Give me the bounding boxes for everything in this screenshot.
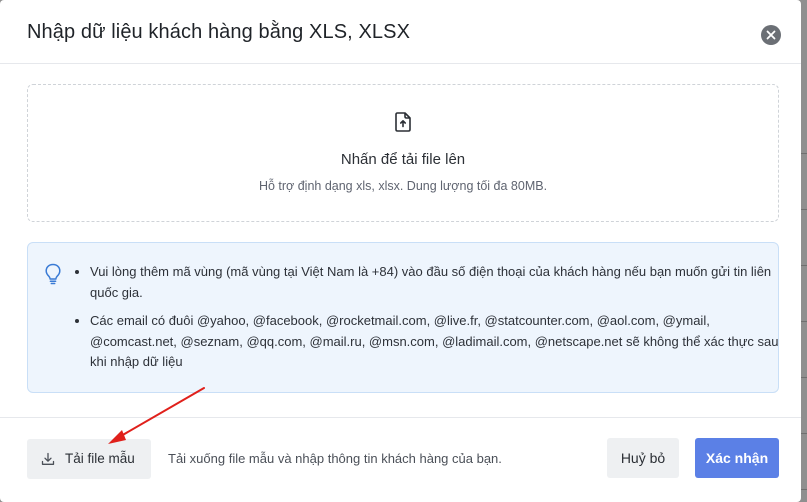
notice-item: Vui lòng thêm mã vùng (mã vùng tại Việt … — [90, 262, 780, 303]
background-divider — [801, 265, 807, 266]
download-template-button[interactable]: Tải file mẫu — [27, 439, 151, 479]
import-customers-modal: Nhập dữ liệu khách hàng bằng XLS, XLSX N… — [0, 0, 801, 502]
modal-title: Nhập dữ liệu khách hàng bằng XLS, XLSX — [27, 21, 411, 43]
background-divider — [801, 489, 807, 490]
import-notice-box: Vui lòng thêm mã vùng (mã vùng tại Việt … — [27, 242, 779, 393]
download-template-label: Tải file mẫu — [65, 451, 135, 466]
background-divider — [801, 433, 807, 434]
upload-file-icon — [395, 112, 411, 132]
close-icon — [766, 30, 776, 40]
upload-subtitle: Hỗ trợ định dạng xls, xlsx. Dung lượng t… — [258, 179, 548, 193]
notice-list: Vui lòng thêm mã vùng (mã vùng tại Việt … — [72, 262, 780, 381]
background-divider — [801, 209, 807, 210]
lightbulb-icon — [45, 263, 61, 285]
file-upload-dropzone[interactable]: Nhấn để tải file lên Hỗ trợ định dạng xl… — [27, 84, 779, 222]
upload-title: Nhấn để tải file lên — [340, 151, 466, 168]
background-divider — [801, 321, 807, 322]
background-divider — [801, 153, 807, 154]
background-divider — [801, 377, 807, 378]
cancel-button[interactable]: Huỷ bỏ — [607, 438, 679, 478]
confirm-button[interactable]: Xác nhận — [695, 438, 779, 478]
download-hint-text: Tải xuống file mẫu và nhập thông tin khá… — [168, 451, 502, 466]
modal-footer: Tải file mẫu Tải xuống file mẫu và nhập … — [0, 417, 801, 502]
modal-header: Nhập dữ liệu khách hàng bằng XLS, XLSX — [0, 0, 801, 64]
download-icon — [41, 452, 55, 465]
notice-item: Các email có đuôi @yahoo, @facebook, @ro… — [90, 311, 780, 373]
close-button[interactable] — [761, 25, 781, 45]
